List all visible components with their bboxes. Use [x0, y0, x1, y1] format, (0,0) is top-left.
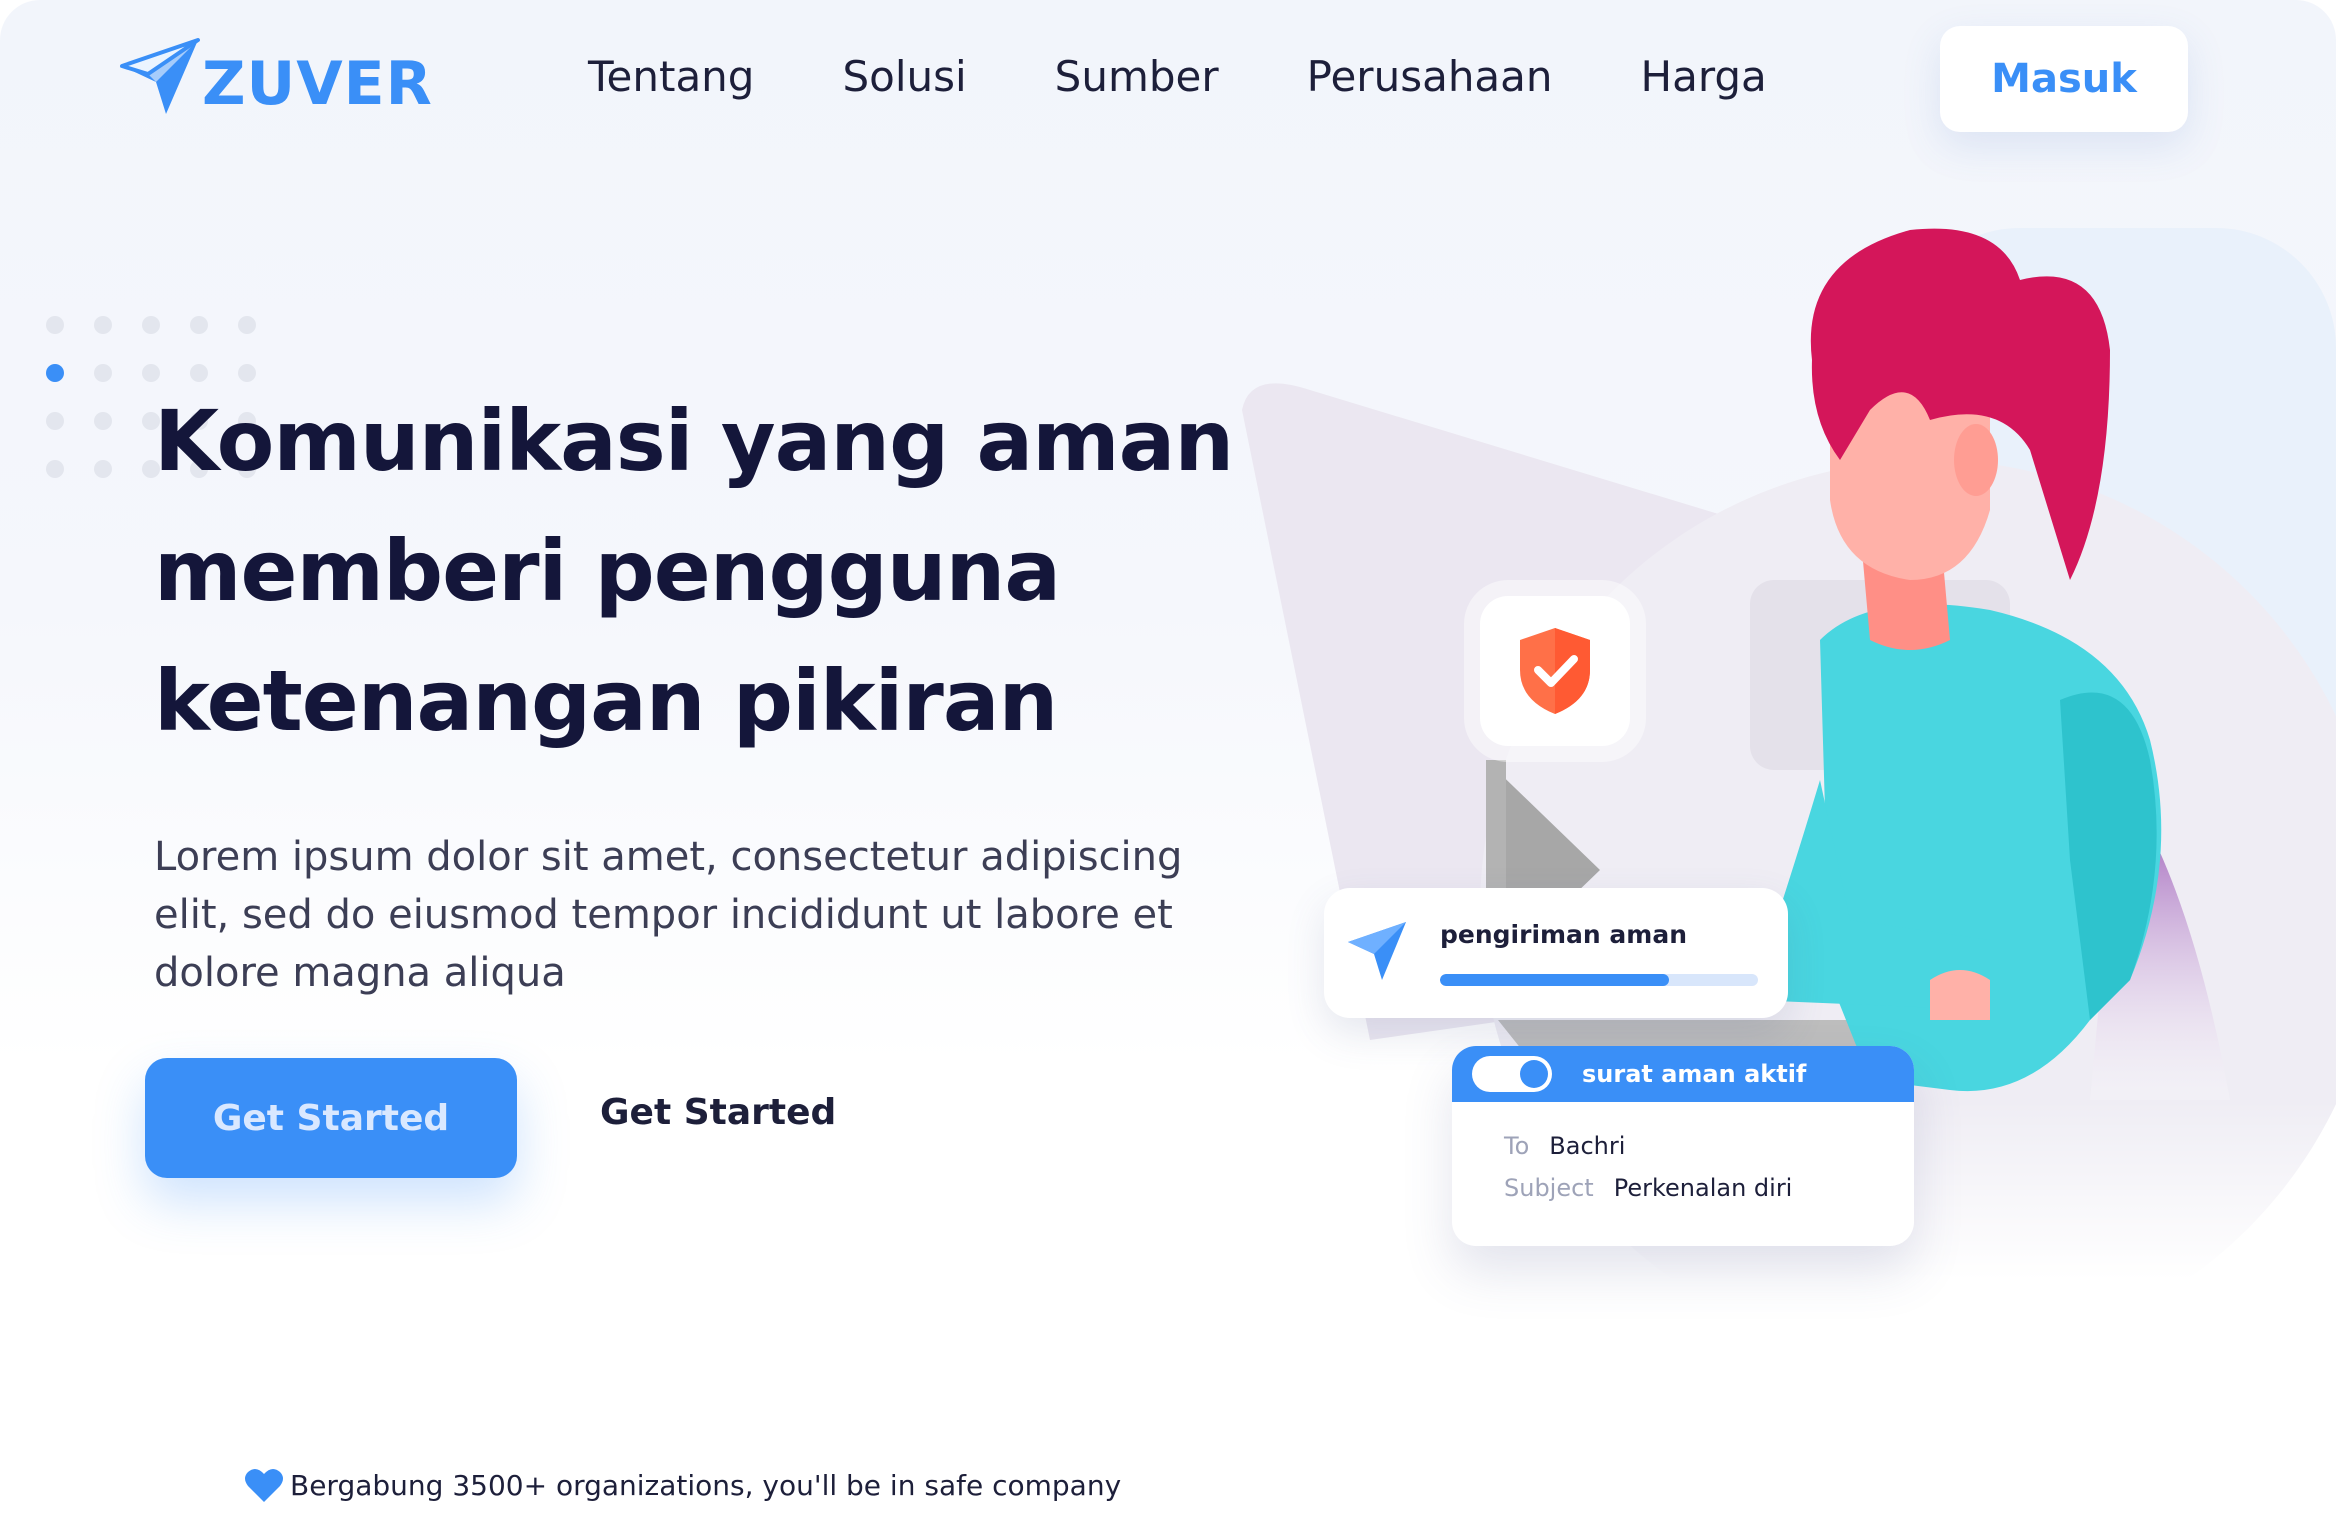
carousel-dot[interactable] — [46, 412, 64, 430]
carousel-dot[interactable] — [46, 316, 64, 334]
paper-plane-icon — [1348, 922, 1406, 980]
secure-send-label: pengiriman aman — [1440, 920, 1688, 949]
send-progress-fill — [1440, 974, 1669, 986]
carousel-dot-active[interactable] — [46, 364, 64, 382]
get-started-button[interactable]: Get Started — [145, 1058, 517, 1178]
shield-card — [1480, 596, 1630, 746]
toggle-knob — [1520, 1060, 1548, 1088]
carousel-dot[interactable] — [142, 316, 160, 334]
secure-mail-card: surat aman aktif To Bachri Subject Perke… — [1452, 1046, 1914, 1246]
carousel-dot[interactable] — [94, 460, 112, 478]
carousel-dot[interactable] — [94, 364, 112, 382]
social-proof-text: Bergabung 3500+ organizations, you'll be… — [290, 1468, 1122, 1502]
mail-subject-value: Perkenalan diri — [1613, 1174, 1793, 1202]
description-line: dolore magna aliqua — [154, 950, 566, 996]
mail-to-label: To — [1504, 1132, 1530, 1160]
brand-logo[interactable]: ZUVER — [118, 36, 433, 120]
shield-check-icon — [1520, 628, 1590, 714]
mail-subject-label: Subject — [1504, 1174, 1594, 1202]
send-progress-bar — [1440, 974, 1758, 986]
nav-link-solusi[interactable]: Solusi — [842, 52, 966, 101]
carousel-dot[interactable] — [46, 460, 64, 478]
nav-link-harga[interactable]: Harga — [1641, 52, 1767, 101]
carousel-dot[interactable] — [94, 412, 112, 430]
main-nav: Tentang Solusi Sumber Perusahaan Harga — [588, 52, 1855, 101]
mail-card-title: surat aman aktif — [1582, 1060, 1807, 1088]
hero-description: Lorem ipsum dolor sit amet, consectetur … — [154, 828, 1234, 1002]
mail-to-row: To Bachri — [1504, 1132, 1625, 1160]
mail-to-value: Bachri — [1549, 1132, 1626, 1160]
description-line: elit, sed do eiusmod tempor incididunt u… — [154, 892, 1173, 938]
carousel-dot[interactable] — [190, 316, 208, 334]
brand-name: ZUVER — [202, 49, 433, 119]
nav-link-tentang[interactable]: Tentang — [588, 52, 754, 101]
headline-line: memberi pengguna — [154, 522, 1061, 620]
landing-page: ZUVER Tentang Solusi Sumber Perusahaan H… — [0, 0, 2336, 1522]
login-button[interactable]: Masuk — [1940, 26, 2188, 132]
nav-link-sumber[interactable]: Sumber — [1055, 52, 1219, 101]
headline-line: Komunikasi yang aman — [154, 392, 1234, 490]
heart-icon — [245, 1468, 283, 1502]
mail-card-header: surat aman aktif — [1452, 1046, 1914, 1102]
hero-headline: Komunikasi yang aman memberi pengguna ke… — [154, 376, 1274, 766]
secure-mail-toggle[interactable] — [1472, 1056, 1552, 1092]
carousel-dot[interactable] — [94, 316, 112, 334]
mail-subject-row: Subject Perkenalan diri — [1504, 1174, 1792, 1202]
social-proof-note: Bergabung 3500+ organizations, you'll be… — [244, 1466, 1121, 1504]
carousel-dot[interactable] — [238, 316, 256, 334]
headline-line: ketenangan pikiran — [154, 652, 1058, 750]
secure-send-card: pengiriman aman — [1324, 888, 1788, 1018]
nav-link-perusahaan[interactable]: Perusahaan — [1307, 52, 1553, 101]
paper-plane-icon — [120, 38, 200, 114]
description-line: Lorem ipsum dolor sit amet, consectetur … — [154, 834, 1183, 880]
get-started-link[interactable]: Get Started — [600, 1092, 836, 1133]
